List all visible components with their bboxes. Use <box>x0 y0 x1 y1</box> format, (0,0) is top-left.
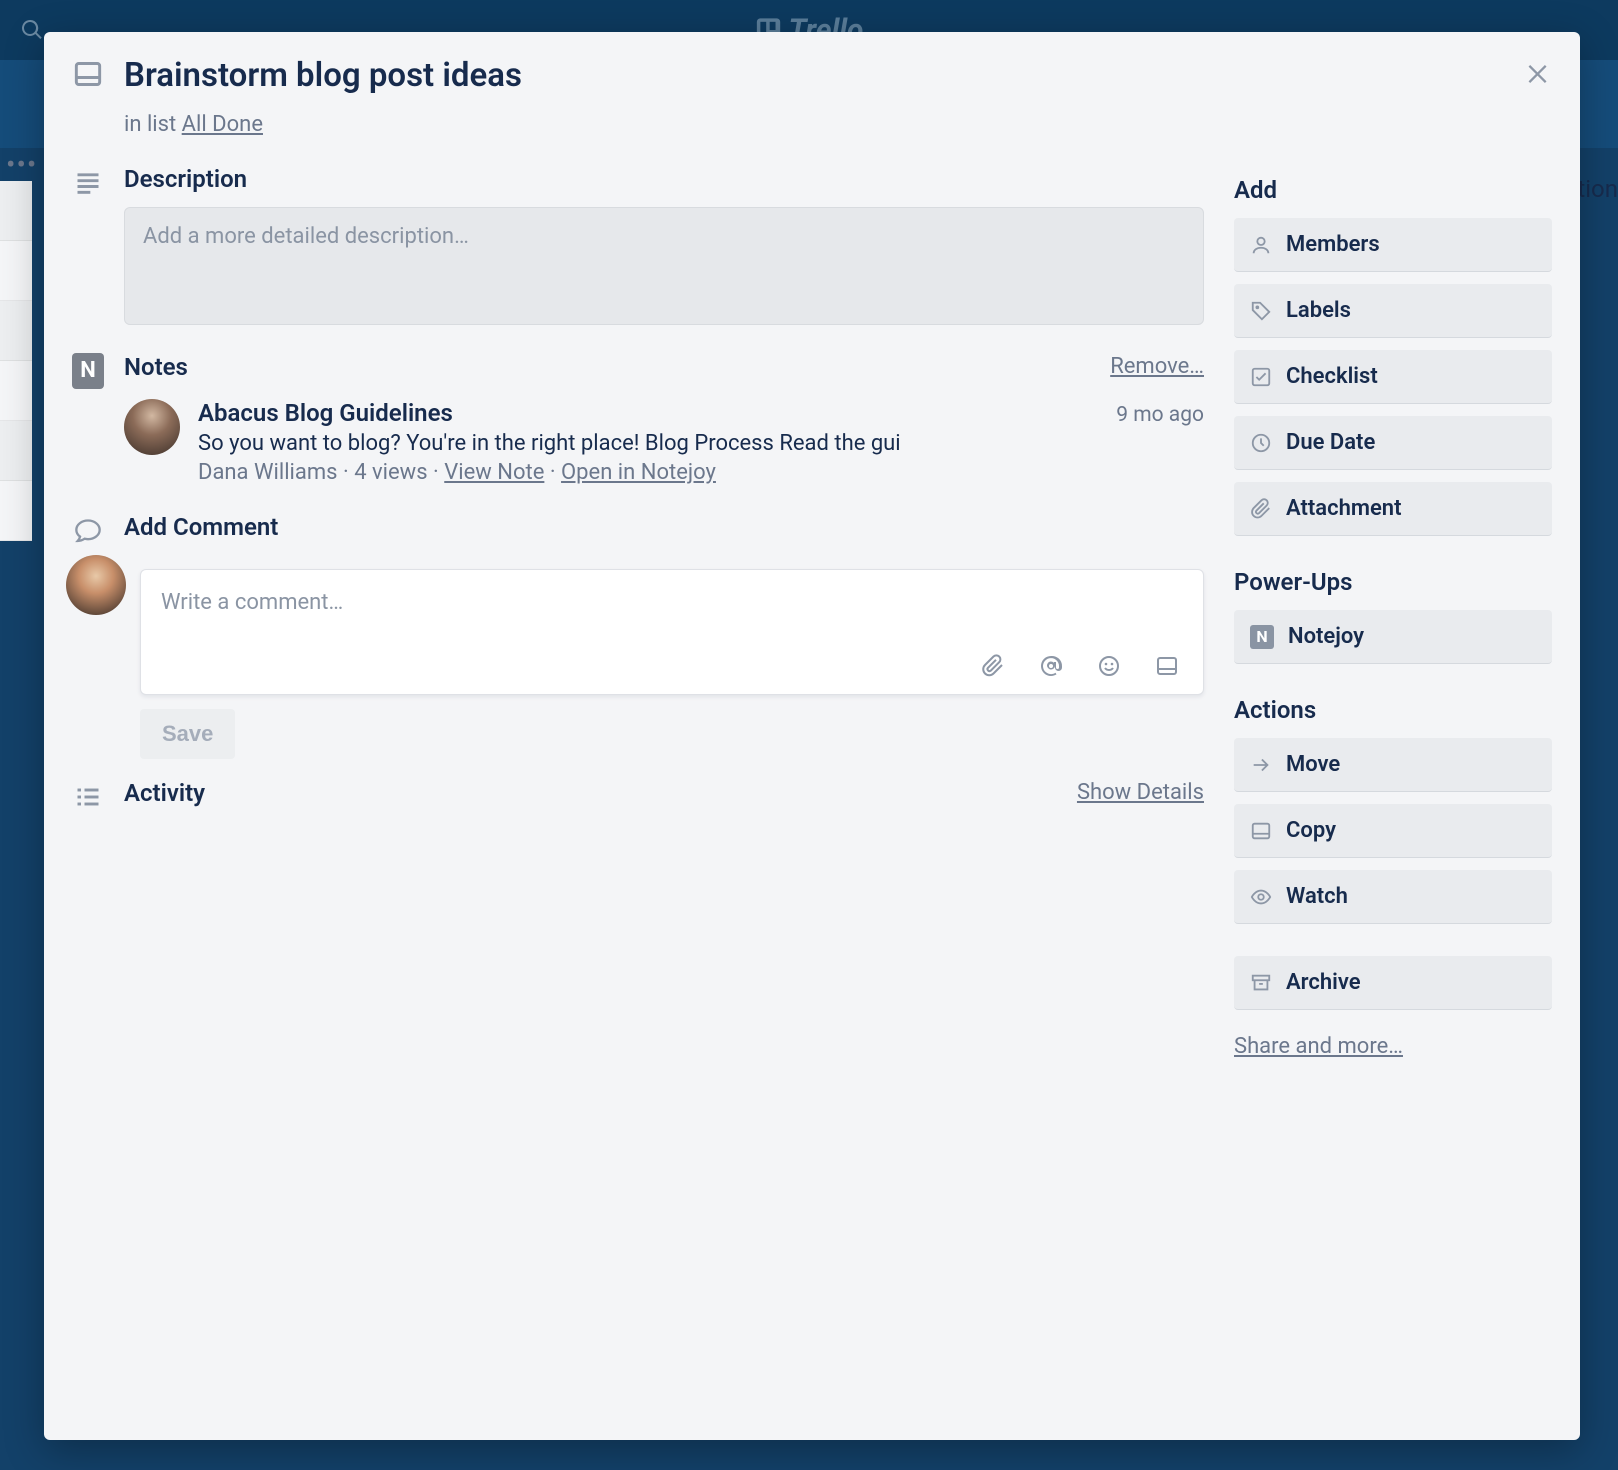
comment-input[interactable] <box>141 570 1203 650</box>
labels-icon <box>1250 300 1272 322</box>
sidebar-archive-button[interactable]: Archive <box>1234 956 1552 1010</box>
notes-section: N Notes Remove… Abacus Blog Guidelines 9… <box>72 353 1204 485</box>
activity-section: Activity Show Details <box>72 779 1204 811</box>
close-icon <box>1524 60 1552 88</box>
sidebar-attachment-button[interactable]: Attachment <box>1234 482 1552 536</box>
save-comment-button[interactable]: Save <box>140 709 235 759</box>
description-heading: Description <box>124 165 1204 193</box>
note-meta: Dana Williams · 4 views · View Note · Op… <box>198 460 1204 485</box>
arrow-right-icon <box>1250 754 1272 776</box>
checklist-icon <box>1250 366 1272 388</box>
comment-icon <box>74 517 102 545</box>
sidebar-members-button[interactable]: Members <box>1234 218 1552 272</box>
paperclip-icon <box>1250 498 1272 520</box>
note-snippet: So you want to blog? You're in the right… <box>198 431 1204 456</box>
attachment-icon[interactable] <box>981 654 1005 678</box>
sidebar-checklist-button[interactable]: Checklist <box>1234 350 1552 404</box>
notejoy-icon: N <box>72 353 104 389</box>
card-list-location: in list All Done <box>124 112 1204 137</box>
sidebar-add-heading: Add <box>1234 176 1552 204</box>
show-details-link[interactable]: Show Details <box>1077 780 1204 805</box>
sidebar-powerups-heading: Power-Ups <box>1234 568 1552 596</box>
note-title[interactable]: Abacus Blog Guidelines <box>198 399 453 427</box>
sidebar-labels-button[interactable]: Labels <box>1234 284 1552 338</box>
current-user-avatar <box>66 555 126 615</box>
archive-icon <box>1250 972 1272 994</box>
list-link[interactable]: All Done <box>182 112 263 137</box>
sidebar-actions-heading: Actions <box>1234 696 1552 724</box>
clock-icon <box>1250 432 1272 454</box>
card-detail-modal: Brainstorm blog post ideas in list All D… <box>44 32 1580 1440</box>
view-note-link[interactable]: View Note <box>444 460 544 485</box>
card-main: Brainstorm blog post ideas in list All D… <box>72 56 1204 1400</box>
emoji-icon[interactable] <box>1097 654 1121 678</box>
activity-icon <box>74 783 102 811</box>
share-and-more-link[interactable]: Share and more… <box>1234 1034 1552 1059</box>
add-comment-section: Add Comment <box>72 513 1204 545</box>
description-icon <box>74 169 102 197</box>
card-sidebar: Add Members Labels Checklist Due Date At… <box>1234 56 1552 1400</box>
background-text-clip: tion <box>1577 175 1618 203</box>
sidebar-watch-button[interactable]: Watch <box>1234 870 1552 924</box>
notes-remove-link[interactable]: Remove… <box>1110 354 1204 379</box>
notejoy-small-icon: N <box>1250 625 1274 649</box>
add-comment-heading: Add Comment <box>124 513 1204 541</box>
sidebar-duedate-button[interactable]: Due Date <box>1234 416 1552 470</box>
mention-icon[interactable] <box>1039 654 1063 678</box>
eye-icon <box>1250 886 1272 908</box>
card-embed-icon[interactable] <box>1155 654 1179 678</box>
sidebar-notejoy-button[interactable]: N Notejoy <box>1234 610 1552 664</box>
copy-icon <box>1250 820 1272 842</box>
card-title[interactable]: Brainstorm blog post ideas <box>124 56 1204 96</box>
search-icon[interactable] <box>18 16 46 44</box>
note-author-avatar <box>124 399 180 455</box>
members-icon <box>1250 234 1272 256</box>
sidebar-copy-button[interactable]: Copy <box>1234 804 1552 858</box>
close-button[interactable] <box>1520 56 1556 92</box>
card-icon <box>74 60 102 88</box>
open-in-notejoy-link[interactable]: Open in Notejoy <box>561 460 716 485</box>
card-header-section: Brainstorm blog post ideas in list All D… <box>72 56 1204 137</box>
comment-box <box>140 569 1204 695</box>
background-list: ••• <box>0 148 32 541</box>
description-section: Description Add a more detailed descript… <box>72 165 1204 325</box>
notes-heading: Notes <box>124 353 188 381</box>
note-timestamp: 9 mo ago <box>1116 403 1204 427</box>
sidebar-move-button[interactable]: Move <box>1234 738 1552 792</box>
description-input[interactable]: Add a more detailed description… <box>124 207 1204 325</box>
activity-heading: Activity <box>124 779 205 807</box>
